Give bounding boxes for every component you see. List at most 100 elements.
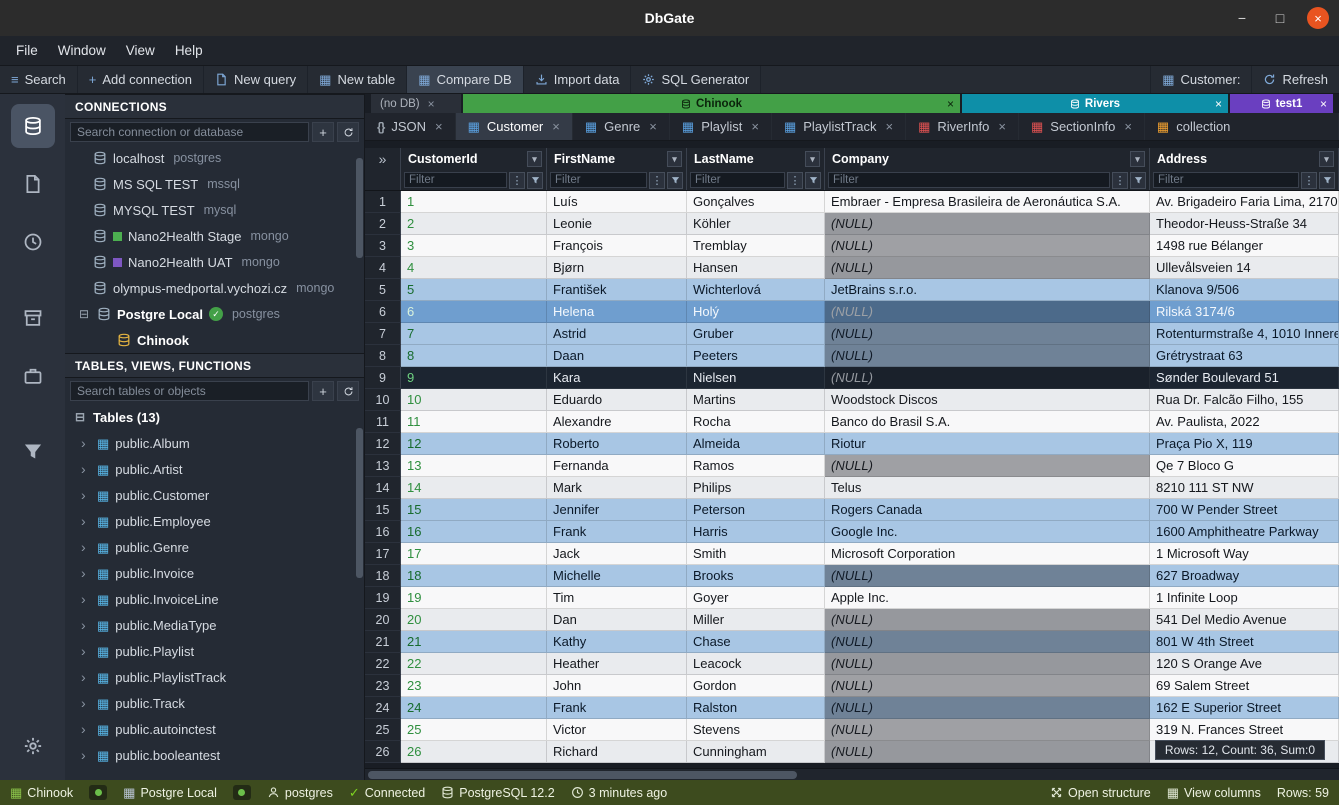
grid-cell[interactable]: Frank bbox=[547, 697, 687, 719]
toolbar-button-new-query[interactable]: New query bbox=[204, 66, 308, 93]
grid-cell[interactable]: Leonie bbox=[547, 213, 687, 235]
grid-cell[interactable]: 3 bbox=[401, 235, 547, 257]
tables-search-input[interactable] bbox=[70, 381, 309, 401]
minimize-button[interactable]: − bbox=[1231, 7, 1253, 29]
row-number[interactable]: 19 bbox=[365, 587, 401, 609]
row-number[interactable]: 23 bbox=[365, 675, 401, 697]
row-number[interactable]: 9 bbox=[365, 367, 401, 389]
toolbar-button-search[interactable]: ≡Search bbox=[0, 66, 78, 93]
grid-cell[interactable]: Rotenturmstraße 4, 1010 Innere Stadt bbox=[1150, 323, 1339, 345]
grid-cell[interactable]: Roberto bbox=[547, 433, 687, 455]
tab-genre[interactable]: ▦Genre× bbox=[573, 113, 670, 140]
grid-cell[interactable]: Banco do Brasil S.A. bbox=[825, 411, 1150, 433]
grid-cell[interactable]: František bbox=[547, 279, 687, 301]
grid-cell[interactable]: 22 bbox=[401, 653, 547, 675]
table-item-public-invoiceline[interactable]: ›▦public.InvoiceLine bbox=[65, 586, 364, 612]
row-number[interactable]: 11 bbox=[365, 411, 401, 433]
close-icon[interactable]: × bbox=[998, 119, 1006, 134]
grid-cell[interactable]: Eduardo bbox=[547, 389, 687, 411]
chevron-right-icon[interactable]: › bbox=[81, 461, 91, 477]
grid-cell[interactable]: Ullevålsveien 14 bbox=[1150, 257, 1339, 279]
grid-cell[interactable]: Harris bbox=[687, 521, 825, 543]
tab-riverinfo[interactable]: ▦RiverInfo× bbox=[906, 113, 1019, 140]
grid-cell[interactable]: Hansen bbox=[687, 257, 825, 279]
grid-cell[interactable]: Daan bbox=[547, 345, 687, 367]
toolbar-button-compare-db[interactable]: ▦Compare DB bbox=[407, 66, 523, 93]
grid-cell[interactable]: Mark bbox=[547, 477, 687, 499]
grid-cell[interactable]: 16 bbox=[401, 521, 547, 543]
toolbar-button-import-data[interactable]: Import data bbox=[524, 66, 632, 93]
filter-input-firstname[interactable] bbox=[550, 172, 647, 188]
grid-cell[interactable]: (NULL) bbox=[825, 323, 1150, 345]
connections-scrollbar[interactable] bbox=[356, 158, 363, 258]
grid-cell[interactable]: 8210 111 ST NW bbox=[1150, 477, 1339, 499]
table-item-public-playlisttrack[interactable]: ›▦public.PlaylistTrack bbox=[65, 664, 364, 690]
grid-cell[interactable]: Rocha bbox=[687, 411, 825, 433]
grid-cell[interactable]: Riotur bbox=[825, 433, 1150, 455]
row-number[interactable]: 8 bbox=[365, 345, 401, 367]
grid-cell[interactable]: 15 bbox=[401, 499, 547, 521]
grid-header-cell-address[interactable]: Address▾ bbox=[1150, 148, 1339, 170]
grid-cell[interactable]: Rua Dr. Falcão Filho, 155 bbox=[1150, 389, 1339, 411]
chevron-right-icon[interactable]: › bbox=[81, 487, 91, 503]
tab-sectioninfo[interactable]: ▦SectionInfo× bbox=[1019, 113, 1145, 140]
row-number[interactable]: 10 bbox=[365, 389, 401, 411]
grid-cell[interactable]: Dan bbox=[547, 609, 687, 631]
sidebar-icon-closed-tabs[interactable] bbox=[11, 296, 55, 340]
grid-cell[interactable]: 25 bbox=[401, 719, 547, 741]
filter-menu-button[interactable]: ⋮ bbox=[787, 172, 803, 189]
status-item-connected[interactable]: ✓Connected bbox=[349, 786, 425, 800]
grid-cell[interactable]: Cunningham bbox=[687, 741, 825, 763]
chevron-right-icon[interactable]: › bbox=[81, 747, 91, 763]
toolbar-button-customer[interactable]: ▦Customer: bbox=[1150, 66, 1251, 93]
tab-customer[interactable]: ▦Customer× bbox=[456, 113, 573, 140]
grid-cell[interactable]: 7 bbox=[401, 323, 547, 345]
grid-cell[interactable]: Klanova 9/506 bbox=[1150, 279, 1339, 301]
grid-cell[interactable]: Peterson bbox=[687, 499, 825, 521]
table-item-public-autoinctest[interactable]: ›▦public.autoinctest bbox=[65, 716, 364, 742]
status-item-3-minutes-ago[interactable]: 3 minutes ago bbox=[571, 786, 668, 800]
menu-item-view[interactable]: View bbox=[116, 39, 165, 62]
connection-item-postgre-local[interactable]: ⊟Postgre Local✓postgres bbox=[65, 301, 364, 327]
collapse-icon[interactable]: ⊟ bbox=[77, 307, 91, 321]
table-item-public-album[interactable]: ›▦public.Album bbox=[65, 430, 364, 456]
sidebar-icon-files[interactable] bbox=[11, 162, 55, 206]
grid-cell[interactable]: Kathy bbox=[547, 631, 687, 653]
sidebar-icon-history[interactable] bbox=[11, 220, 55, 264]
menu-item-help[interactable]: Help bbox=[165, 39, 213, 62]
grid-cell[interactable]: Nielsen bbox=[687, 367, 825, 389]
connection-item-olympus-medportal-vychozi-cz[interactable]: olympus-medportal.vychozi.czmongo bbox=[65, 275, 364, 301]
grid-cell[interactable]: 319 N. Frances Street bbox=[1150, 719, 1339, 741]
grid-cell[interactable]: 69 Salem Street bbox=[1150, 675, 1339, 697]
grid-cell[interactable]: 700 W Pender Street bbox=[1150, 499, 1339, 521]
grid-cell[interactable]: Av. Paulista, 2022 bbox=[1150, 411, 1339, 433]
grid-cell[interactable]: Köhler bbox=[687, 213, 825, 235]
grid-cell[interactable]: Michelle bbox=[547, 565, 687, 587]
grid-cell[interactable]: Wichterlová bbox=[687, 279, 825, 301]
row-number[interactable]: 26 bbox=[365, 741, 401, 763]
toolbar-button-new-table[interactable]: ▦New table bbox=[308, 66, 407, 93]
chevron-right-icon[interactable]: › bbox=[81, 565, 91, 581]
connection-item-nano2health-uat[interactable]: Nano2Health UATmongo bbox=[65, 249, 364, 275]
connection-item-localhost[interactable]: localhostpostgres bbox=[65, 145, 364, 171]
grid-cell[interactable]: Gruber bbox=[687, 323, 825, 345]
grid-cell[interactable]: Grétrystraat 63 bbox=[1150, 345, 1339, 367]
tab-group-no-db[interactable]: (no DB)× bbox=[371, 94, 461, 113]
sidebar-icon-connections[interactable] bbox=[11, 104, 55, 148]
row-number[interactable]: 1 bbox=[365, 191, 401, 213]
toolbar-button-refresh[interactable]: Refresh bbox=[1251, 66, 1339, 93]
grid-cell[interactable]: (NULL) bbox=[825, 235, 1150, 257]
grid-cell[interactable]: 8 bbox=[401, 345, 547, 367]
tab-collection[interactable]: ▦collection bbox=[1145, 113, 1339, 140]
grid-cell[interactable]: Chase bbox=[687, 631, 825, 653]
grid-cell[interactable]: 162 E Superior Street bbox=[1150, 697, 1339, 719]
row-number[interactable]: 20 bbox=[365, 609, 401, 631]
grid-cell[interactable]: Embraer - Empresa Brasileira de Aeronáut… bbox=[825, 191, 1150, 213]
grid-cell[interactable]: (NULL) bbox=[825, 609, 1150, 631]
connection-item-nano2health-stage[interactable]: Nano2Health Stagemongo bbox=[65, 223, 364, 249]
grid-cell[interactable]: 2 bbox=[401, 213, 547, 235]
grid-cell[interactable]: 627 Broadway bbox=[1150, 565, 1339, 587]
grid-cell[interactable]: 4 bbox=[401, 257, 547, 279]
grid-cell[interactable]: Fernanda bbox=[547, 455, 687, 477]
menu-item-file[interactable]: File bbox=[6, 39, 48, 62]
